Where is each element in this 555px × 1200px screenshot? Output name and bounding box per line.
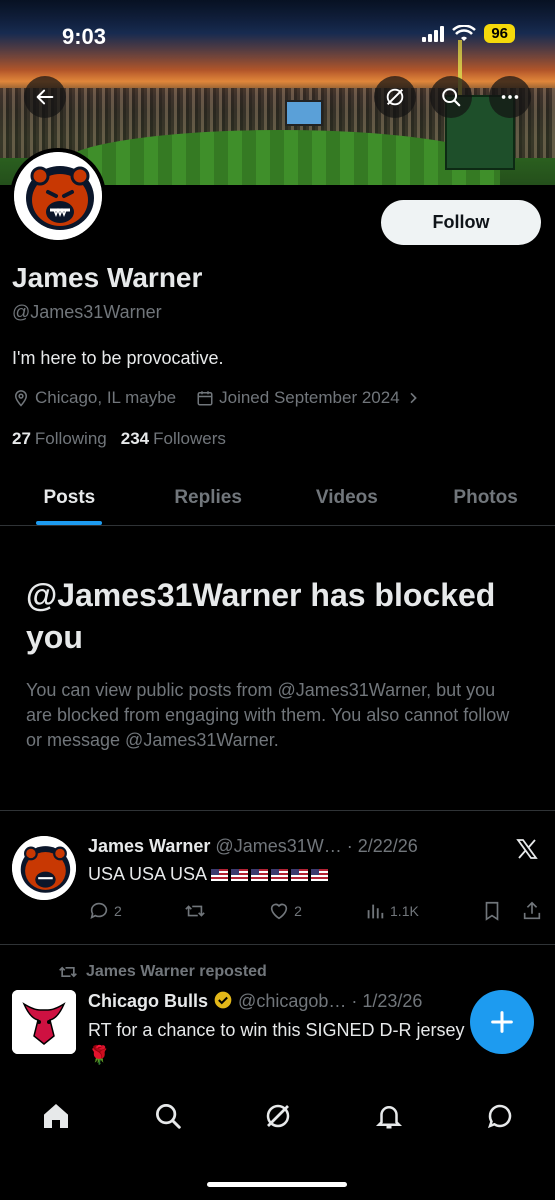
repost-button[interactable] [184, 900, 206, 922]
wifi-icon [452, 24, 477, 41]
repost-icon [185, 905, 205, 917]
post-text: RT for a chance to win this SIGNED D-R j… [88, 1020, 465, 1065]
post-handle: @James31W… [215, 836, 342, 856]
blocked-body: You can view public posts from @James31W… [26, 680, 510, 750]
bears-logo [14, 152, 102, 240]
profile-name: James Warner [12, 262, 203, 293]
following-link[interactable]: 27 Following [12, 429, 107, 449]
like-button[interactable]: 2 [268, 900, 302, 922]
tab-posts[interactable]: Posts [0, 470, 139, 525]
verified-badge-icon [214, 991, 232, 1009]
tab-videos[interactable]: Videos [278, 470, 417, 525]
follow-button[interactable]: Follow [381, 200, 541, 245]
post-date: · 2/22/26 [346, 836, 418, 856]
grok-icon [386, 88, 404, 106]
repost-indicator: James Warner reposted [58, 962, 267, 982]
post-header: James Warner @James31W… · 2/22/26 [88, 836, 418, 857]
status-icons: 96 [422, 24, 515, 43]
home-icon[interactable] [40, 1100, 72, 1132]
search-button[interactable] [430, 76, 472, 118]
views-button[interactable]: 1.1K [364, 900, 419, 922]
profile-handle: @James31Warner [12, 302, 162, 322]
post-text: USA USA USA [88, 862, 331, 887]
profile-joined[interactable]: Joined September 2024 [196, 388, 421, 408]
bookmark-button[interactable] [481, 900, 543, 922]
divider [0, 810, 555, 811]
reply-icon [90, 902, 108, 919]
post-avatar-bulls[interactable] [12, 990, 76, 1054]
profile-bio: I'm here to be provocative. [12, 348, 224, 368]
notifications-icon[interactable] [374, 1101, 404, 1131]
followers-link[interactable]: 234 Followers [121, 429, 226, 449]
signal-icon [422, 25, 445, 42]
chevron-right-icon [410, 392, 417, 404]
profile-avatar[interactable] [10, 148, 106, 244]
post-actions: 2 2 1.1K [88, 900, 543, 922]
status-time: 9:03 [62, 24, 107, 49]
x-logo-icon[interactable] [514, 837, 540, 861]
location-icon [14, 390, 28, 407]
more-button[interactable] [489, 76, 531, 118]
bookmark-icon [485, 901, 499, 921]
share-icon[interactable] [521, 900, 543, 922]
battery-indicator: 96 [484, 24, 515, 43]
post-handle: @chicagob… [238, 991, 347, 1011]
grok-button[interactable] [374, 76, 416, 118]
post-avatar[interactable] [12, 836, 76, 900]
search-icon [442, 88, 461, 107]
blocked-title: @James31Warner has blocked you [26, 577, 496, 655]
plus-icon [491, 1011, 513, 1033]
us-flag-emojis [211, 864, 331, 884]
like-icon [270, 903, 288, 920]
location-text: Chicago, IL maybe [35, 388, 177, 407]
profile-meta: Chicago, IL maybe Joined September 2024 [12, 388, 441, 408]
reply-button[interactable]: 2 [88, 900, 122, 922]
home-indicator [207, 1182, 347, 1187]
post-date: · 1/23/26 [351, 991, 423, 1011]
more-icon [501, 95, 519, 99]
post-header: Chicago Bulls @chicagob… · 1/23/26 [88, 990, 422, 1012]
profile-location: Chicago, IL maybe [12, 388, 176, 408]
calendar-icon [197, 391, 213, 406]
follow-counts: 27 Following 234 Followers [12, 429, 226, 449]
joined-text: Joined September 2024 [219, 388, 400, 407]
profile-tabs: Posts Replies Videos Photos [0, 470, 555, 526]
back-button[interactable] [24, 76, 66, 118]
bottom-nav [0, 1080, 555, 1152]
tab-photos[interactable]: Photos [416, 470, 555, 525]
repost-icon [59, 966, 77, 978]
tab-replies[interactable]: Replies [139, 470, 278, 525]
divider [0, 944, 555, 945]
post-author[interactable]: James Warner [88, 836, 210, 856]
back-arrow-icon [36, 89, 54, 105]
explore-icon[interactable] [153, 1101, 183, 1131]
grok-icon[interactable] [263, 1101, 293, 1131]
messages-icon[interactable] [485, 1101, 515, 1131]
post-author[interactable]: Chicago Bulls [88, 991, 208, 1011]
compose-button[interactable] [470, 990, 534, 1054]
views-icon [367, 904, 384, 919]
